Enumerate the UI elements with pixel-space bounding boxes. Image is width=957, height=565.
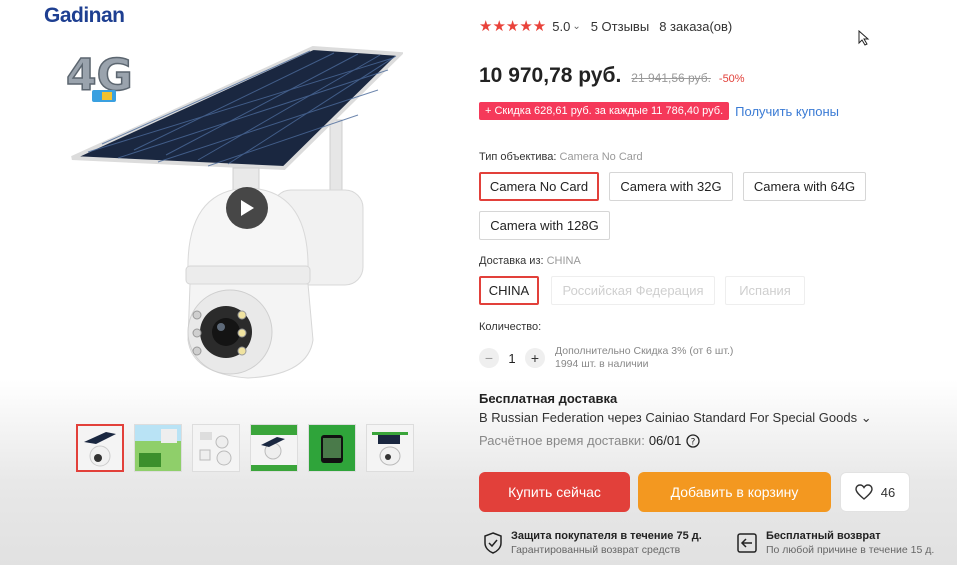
lens-type-selected: Camera No Card	[559, 151, 643, 163]
free-shipping-title: Бесплатная доставка	[479, 391, 618, 406]
product-page: Gadinan 4G ★★★★★ 5.0 ⌄ 5 Отзывы 8 заказа…	[0, 0, 957, 565]
quantity-increase-button[interactable]: +	[525, 348, 545, 368]
free-return-subtitle: По любой причине в течение 15 д.	[766, 544, 935, 556]
thumbnail-4[interactable]	[250, 424, 298, 472]
orders-count: 8 заказа(ов)	[659, 18, 733, 34]
current-price: 10 970,78 руб.	[479, 64, 622, 87]
mount-diagram-thumb-icon	[199, 432, 232, 466]
ship-from-label-text: Доставка из:	[479, 255, 544, 267]
rating-row: ★★★★★ 5.0 ⌄ 5 Отзывы 8 заказа(ов)	[479, 17, 732, 35]
lens-type-label: Тип объектива: Camera No Card	[479, 151, 643, 163]
camera-side-thumb-icon	[372, 432, 408, 466]
ship-from-label: Доставка из: CHINA	[479, 255, 581, 267]
option-ship-china[interactable]: CHINA	[479, 276, 539, 305]
quantity-value[interactable]: 1	[499, 351, 525, 366]
option-camera-no-card[interactable]: Camera No Card	[479, 172, 599, 201]
rating-value[interactable]: 5.0	[552, 19, 570, 34]
chevron-down-icon[interactable]: ⌄	[572, 21, 580, 32]
quantity-label: Количество:	[479, 321, 542, 333]
option-ship-russia[interactable]: Российская Федерация	[551, 276, 715, 305]
rating-stars-icon: ★★★★★	[479, 18, 547, 35]
price-row: 10 970,78 руб. 21 941,56 руб. -50%	[479, 64, 745, 88]
delivery-eta-label: Расчётное время доставки:	[479, 433, 645, 448]
option-ship-spain[interactable]: Испания	[725, 276, 805, 305]
coupon-row: + Скидка 628,61 руб. за каждые 11 786,40…	[479, 102, 839, 120]
wishlist-count: 46	[880, 484, 896, 500]
option-camera-32g[interactable]: Camera with 32G	[609, 172, 733, 201]
quantity-stepper: − 1 + Дополнительно Скидка 3% (от 6 шт.)…	[479, 345, 733, 371]
bulk-discount-note: Дополнительно Скидка 3% (от 6 шт.)	[555, 345, 734, 357]
option-camera-128g[interactable]: Camera with 128G	[479, 211, 610, 240]
quantity-decrease-button[interactable]: −	[479, 348, 499, 368]
play-icon	[241, 200, 254, 216]
delivery-eta-date: 06/01	[648, 433, 682, 448]
thumbnail-5[interactable]	[308, 424, 356, 472]
heart-icon	[855, 484, 873, 500]
coupon-badge: + Скидка 628,61 руб. за каждые 11 786,40…	[479, 102, 730, 120]
free-return-title: Бесплатный возврат	[766, 530, 881, 542]
return-box-icon	[737, 533, 757, 553]
old-price: 21 941,56 руб.	[631, 71, 711, 85]
buy-now-button[interactable]: Купить сейчас	[479, 472, 630, 512]
wishlist-button[interactable]: 46	[840, 472, 910, 512]
reviews-link[interactable]: 5 Отзывы	[591, 19, 649, 34]
shipping-method-selector[interactable]: В Russian Federation через Cainiao Stand…	[479, 410, 872, 426]
thumbnail-1[interactable]	[76, 424, 124, 472]
green-banner-thumb-icon	[251, 425, 297, 471]
buyer-protection: Защита покупателя в течение 75 д. Гарант…	[483, 529, 702, 557]
add-to-cart-button[interactable]: Добавить в корзину	[638, 472, 831, 512]
mouse-cursor-icon	[858, 30, 870, 46]
quantity-note: Дополнительно Скидка 3% (от 6 шт.) 1994 …	[555, 345, 733, 371]
thumbnail-strip	[76, 424, 414, 472]
thumbnail-6[interactable]	[366, 424, 414, 472]
shield-check-icon	[484, 532, 502, 554]
4g-badge-icon: 4G	[65, 49, 133, 102]
help-icon[interactable]: ?	[686, 433, 701, 448]
ship-from-selected: CHINA	[546, 255, 581, 267]
thumbnail-2[interactable]	[134, 424, 182, 472]
thumbnail-3[interactable]	[192, 424, 240, 472]
free-return: Бесплатный возврат По любой причине в те…	[736, 529, 934, 557]
svg-text:?: ?	[691, 437, 696, 447]
delivery-eta: Расчётное время доставки: 06/01 ?	[479, 433, 701, 448]
option-camera-64g[interactable]: Camera with 64G	[743, 172, 866, 201]
stock-note: 1994 шт. в наличии	[555, 358, 649, 370]
camera-thumb-icon	[84, 432, 116, 467]
brand-logo: Gadinan	[44, 4, 125, 27]
lens-type-label-text: Тип объектива:	[479, 151, 557, 163]
outdoor-scene-thumb-icon	[135, 425, 181, 471]
buyer-protection-title: Защита покупателя в течение 75 д.	[511, 530, 702, 542]
buyer-protection-subtitle: Гарантированный возврат средств	[511, 544, 681, 556]
discount-percent: -50%	[718, 73, 745, 85]
app-screen-thumb-icon	[309, 425, 355, 471]
play-video-button[interactable]	[226, 187, 268, 229]
get-coupons-link[interactable]: Получить купоны	[735, 104, 839, 119]
